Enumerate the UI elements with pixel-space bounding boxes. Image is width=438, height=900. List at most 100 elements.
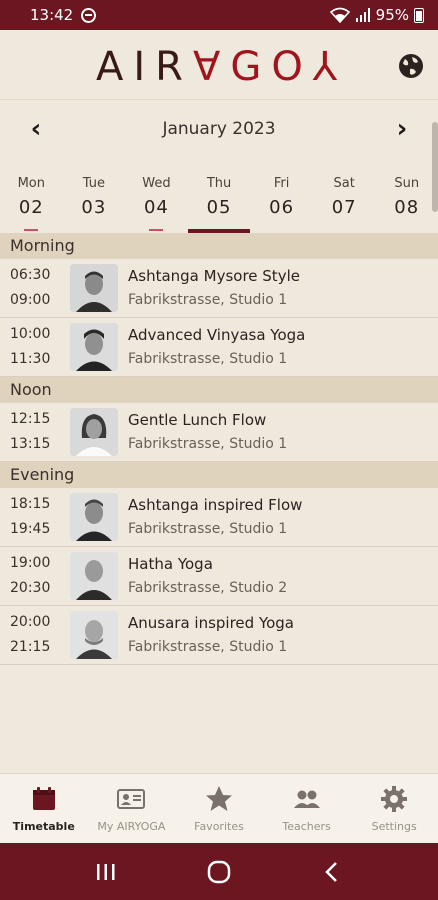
day-number: 08 [394, 197, 420, 218]
do-not-disturb-icon [81, 7, 97, 23]
next-month-chevron-icon[interactable]: › [390, 114, 414, 144]
end-time: 20:30 [10, 580, 51, 596]
class-times: 20:00 21:15 [0, 610, 70, 660]
end-time: 11:30 [10, 351, 51, 367]
end-time: 19:45 [10, 521, 51, 537]
teacher-avatar [70, 408, 118, 456]
airyoga-logo: AIR ∀GO⅄ [96, 44, 347, 90]
scrollbar[interactable] [432, 122, 438, 212]
class-location: Fabrikstrasse, Studio 1 [128, 521, 288, 537]
day-tab-mon[interactable]: Mon 02 [0, 170, 63, 233]
system-navigation-bar [0, 843, 438, 900]
bottom-tab-bar: Timetable My AIRYOGA Favorites Teachers … [0, 773, 438, 843]
class-times: 19:00 20:30 [0, 551, 70, 601]
class-name: Ashtanga inspired Flow [128, 496, 303, 514]
section-header-noon: Noon [0, 377, 438, 403]
class-location: Fabrikstrasse, Studio 1 [128, 436, 288, 452]
class-row[interactable]: 06:30 09:00 Ashtanga Mysore Style Fabrik… [0, 259, 438, 318]
tab-label: Teachers [282, 820, 331, 833]
star-icon [205, 786, 232, 811]
day-number: 07 [331, 197, 357, 218]
day-number: 03 [81, 197, 107, 218]
day-tab-fri[interactable]: Fri 06 [250, 170, 313, 233]
class-indicator [149, 229, 164, 231]
tab-label: Favorites [194, 820, 244, 833]
logo-part-yoga: ∀GO⅄ [192, 44, 348, 90]
tab-my-airyoga[interactable]: My AIRYOGA [88, 774, 176, 843]
day-number: 05 [206, 197, 232, 218]
class-location: Fabrikstrasse, Studio 2 [128, 580, 288, 596]
recent-apps-button[interactable] [86, 852, 126, 892]
tab-teachers[interactable]: Teachers [263, 774, 351, 843]
battery-icon [414, 7, 424, 23]
section-header-morning: Morning [0, 233, 438, 259]
teacher-avatar [70, 552, 118, 600]
start-time: 20:00 [10, 614, 51, 630]
tab-settings[interactable]: Settings [350, 774, 438, 843]
class-name: Ashtanga Mysore Style [128, 267, 300, 285]
start-time: 06:30 [10, 267, 51, 283]
status-bar: 13:42 95% [0, 0, 438, 30]
start-time: 18:15 [10, 496, 51, 512]
home-icon [207, 860, 231, 883]
tab-favorites[interactable]: Favorites [175, 774, 263, 843]
end-time: 13:15 [10, 436, 51, 452]
class-row[interactable]: 12:15 13:15 Gentle Lunch Flow Fabrikstra… [0, 403, 438, 462]
logo-part-air: AIR [96, 44, 193, 90]
class-times: 12:15 13:15 [0, 407, 70, 457]
day-name: Fri [273, 176, 290, 191]
people-icon [293, 790, 320, 808]
class-location: Fabrikstrasse, Studio 1 [128, 292, 288, 308]
globe-icon[interactable] [397, 52, 425, 80]
class-times: 10:00 11:30 [0, 322, 70, 372]
start-time: 19:00 [10, 555, 51, 571]
day-name: Mon [17, 176, 45, 191]
day-tab-wed[interactable]: Wed 04 [125, 170, 188, 233]
teacher-avatar [70, 323, 118, 371]
calendar-icon [32, 787, 55, 810]
class-list: Morning 06:30 09:00 Ashtanga Mysore Styl… [0, 233, 438, 665]
class-location: Fabrikstrasse, Studio 1 [128, 639, 288, 655]
app-bar: AIR ∀GO⅄ [0, 30, 438, 100]
tab-timetable[interactable]: Timetable [0, 774, 88, 843]
class-name: Anusara inspired Yoga [128, 614, 295, 632]
class-row[interactable]: 19:00 20:30 Hatha Yoga Fabrikstrasse, St… [0, 547, 438, 606]
class-location: Fabrikstrasse, Studio 1 [128, 351, 288, 367]
teacher-avatar [70, 611, 118, 659]
day-strip: Mon 02 Tue 03 Wed 04 Thu 05 Fri 06 Sat 0… [0, 170, 438, 233]
teacher-avatar [70, 264, 118, 312]
class-name: Hatha Yoga [128, 555, 213, 573]
day-tab-sun[interactable]: Sun 08 [375, 170, 438, 233]
day-name: Wed [142, 176, 171, 191]
class-row[interactable]: 10:00 11:30 Advanced Vinyasa Yoga Fabrik… [0, 318, 438, 377]
recent-apps-icon [97, 863, 115, 880]
class-times: 06:30 09:00 [0, 263, 70, 313]
day-tab-sat[interactable]: Sat 07 [313, 170, 376, 233]
back-icon [324, 861, 337, 882]
tab-label: Settings [371, 820, 417, 833]
day-tab-thu[interactable]: Thu 05 [187, 170, 251, 233]
battery-level: 95% [375, 6, 409, 24]
class-row[interactable]: 20:00 21:15 Anusara inspired Yoga Fabrik… [0, 606, 438, 665]
day-name: Sat [333, 176, 355, 191]
home-button[interactable] [199, 852, 239, 892]
month-title: January 2023 [162, 119, 276, 139]
month-navigation: ‹ January 2023 › [0, 100, 438, 158]
end-time: 21:15 [10, 639, 51, 655]
id-card-icon [117, 789, 146, 809]
day-number: 06 [269, 197, 295, 218]
previous-month-chevron-icon[interactable]: ‹ [24, 114, 48, 144]
class-indicator [24, 229, 39, 231]
day-tab-tue[interactable]: Tue 03 [63, 170, 126, 233]
class-row[interactable]: 18:15 19:45 Ashtanga inspired Flow Fabri… [0, 488, 438, 547]
back-button[interactable] [312, 852, 352, 892]
day-name: Sun [394, 176, 420, 191]
start-time: 12:15 [10, 411, 51, 427]
end-time: 09:00 [10, 292, 51, 308]
tab-label: My AIRYOGA [97, 820, 166, 833]
day-number: 02 [18, 197, 44, 218]
start-time: 10:00 [10, 326, 51, 342]
class-times: 18:15 19:45 [0, 492, 70, 542]
class-name: Advanced Vinyasa Yoga [128, 326, 306, 344]
wifi-icon [329, 7, 350, 23]
